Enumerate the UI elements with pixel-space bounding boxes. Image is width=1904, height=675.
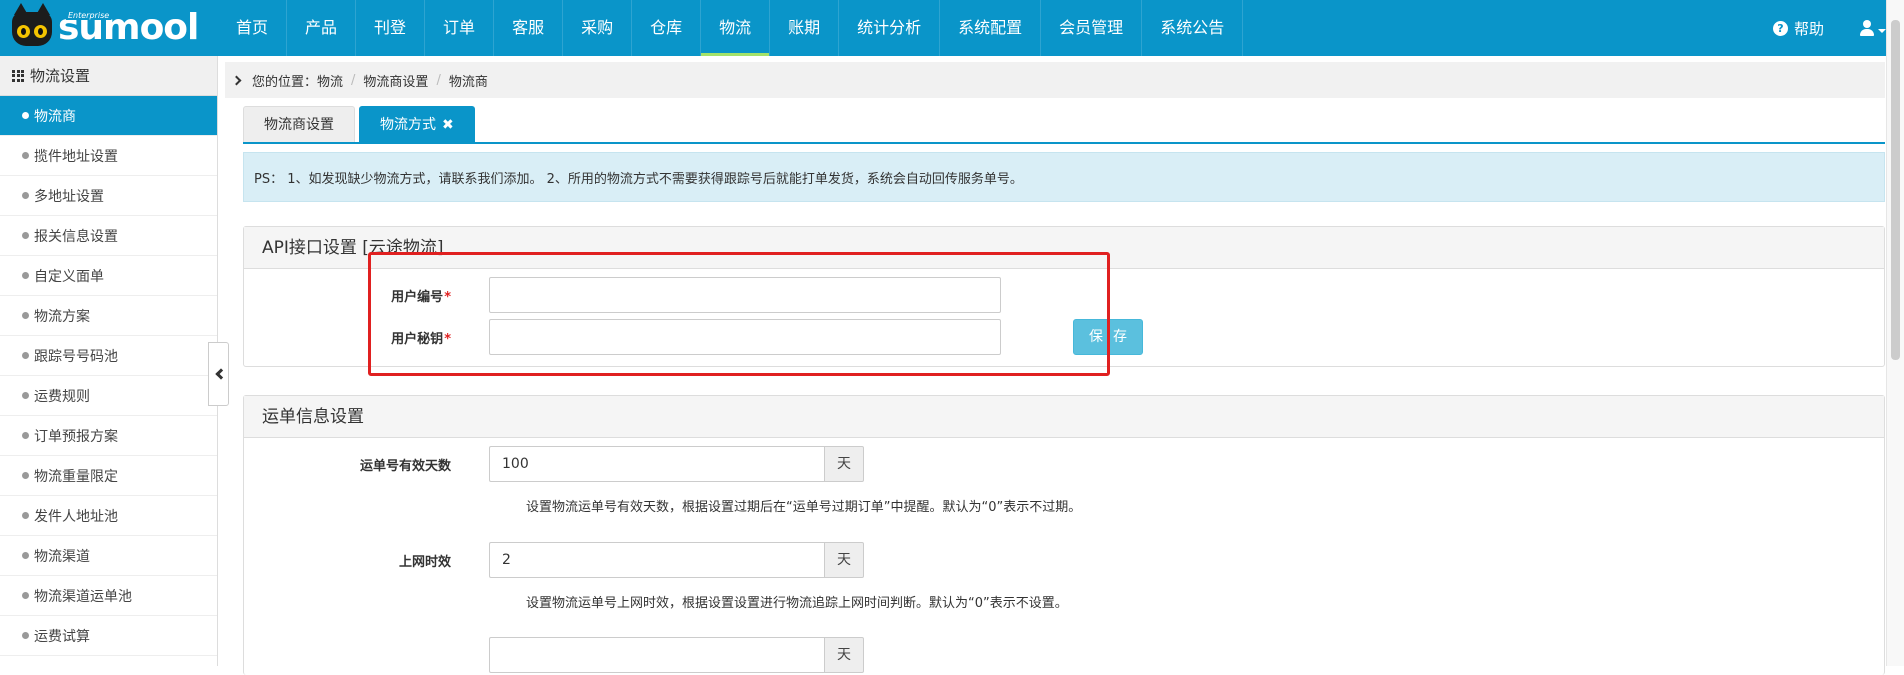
breadcrumb: 您的位置： 物流 / 物流商设置 / 物流商 xyxy=(225,62,1885,98)
sidebar-title: 物流设置 xyxy=(30,67,91,85)
save-button[interactable]: 保存 xyxy=(1073,319,1143,355)
breadcrumb-item[interactable]: 物流商设置 xyxy=(363,71,428,90)
bullet-icon xyxy=(22,432,29,439)
help-label: 帮助 xyxy=(1793,19,1824,38)
bullet-icon xyxy=(22,232,29,239)
sidebar-item-freight-rules[interactable]: 运费规则 xyxy=(0,376,217,416)
caret-down-icon xyxy=(1878,29,1886,33)
third-row: 天 xyxy=(244,637,864,673)
bullet-icon xyxy=(22,352,29,359)
bullet-icon xyxy=(22,632,29,639)
unit-addon: 天 xyxy=(824,637,864,673)
close-icon[interactable]: ✖ xyxy=(442,107,454,143)
nav-item-home[interactable]: 首页 xyxy=(218,0,288,56)
panel-title: 运单信息设置 xyxy=(244,396,1884,438)
top-right-tools: ? 帮助 xyxy=(1772,0,1886,56)
page-scrollbar[interactable] xyxy=(1886,0,1904,666)
valid-days-label: 运单号有效天数 xyxy=(359,458,451,474)
top-bar: sumool Enterprise 首页 产品 刊登 订单 客服 采购 仓库 物… xyxy=(0,0,1904,56)
sidebar-item-logistics-plan[interactable]: 物流方案 xyxy=(0,296,217,336)
sidebar-item-channel-waybill-pool[interactable]: 物流渠道运单池 xyxy=(0,576,217,616)
cat-logo-icon xyxy=(12,3,52,46)
sidebar-item-customs-info[interactable]: 报关信息设置 xyxy=(0,216,217,256)
sidebar-item-sender-pool[interactable]: 发件人地址池 xyxy=(0,496,217,536)
user-id-row: 用户编号* xyxy=(244,277,1001,313)
bullet-icon xyxy=(22,512,29,519)
brand-edition: Enterprise xyxy=(66,11,112,20)
breadcrumb-item[interactable]: 物流 xyxy=(317,71,343,90)
unit-addon: 天 xyxy=(824,542,864,578)
sidebar-header: 物流设置 xyxy=(0,56,217,96)
tab-carrier-settings[interactable]: 物流商设置 xyxy=(243,106,355,142)
sidebar-item-tracking-pool[interactable]: 跟踪号号码池 xyxy=(0,336,217,376)
breadcrumb-prefix: 您的位置： xyxy=(252,74,318,90)
bullet-icon xyxy=(22,272,29,279)
third-input[interactable] xyxy=(489,637,824,673)
breadcrumb-current: 物流商 xyxy=(448,74,488,90)
bullet-icon xyxy=(22,152,29,159)
nav-item-announcements[interactable]: 系统公告 xyxy=(1142,0,1244,56)
bullet-icon xyxy=(22,312,29,319)
user-icon xyxy=(1860,20,1874,36)
bullet-icon xyxy=(22,192,29,199)
nav-item-logistics[interactable]: 物流 xyxy=(701,0,771,56)
sidebar-item-channels[interactable]: 物流渠道 xyxy=(0,536,217,576)
main-content: 您的位置： 物流 / 物流商设置 / 物流商 物流商设置 物流方式 ✖ PS： 1… xyxy=(218,56,1886,675)
nav-item-warehouse[interactable]: 仓库 xyxy=(632,0,702,56)
tab-bar: 物流商设置 物流方式 ✖ xyxy=(243,106,1885,144)
panel-title: API接口设置 [云途物流] xyxy=(244,227,1884,269)
sidebar: 物流设置 物流商 揽件地址设置 多地址设置 报关信息设置 自定义面单 物流方案 … xyxy=(0,56,218,666)
user-id-input[interactable] xyxy=(489,277,1001,313)
bullet-icon xyxy=(22,472,29,479)
online-time-row: 上网时效 天 xyxy=(244,542,864,578)
online-time-label: 上网时效 xyxy=(398,554,451,570)
sidebar-item-weight-limit[interactable]: 物流重量限定 xyxy=(0,456,217,496)
tab-shipping-methods[interactable]: 物流方式 ✖ xyxy=(359,106,475,142)
valid-days-help: 设置物流运单号有效天数，根据设置过期后在“运单号过期订单”中提醒。默认为“0”表… xyxy=(526,500,1082,515)
brand-logo[interactable]: sumool Enterprise xyxy=(0,0,218,56)
main-nav: 首页 产品 刊登 订单 客服 采购 仓库 物流 账期 统计分析 系统配置 会员管… xyxy=(218,0,1244,56)
nav-item-system-config[interactable]: 系统配置 xyxy=(940,0,1042,56)
unit-addon: 天 xyxy=(824,446,864,482)
sidebar-item-pickup-address[interactable]: 揽件地址设置 xyxy=(0,136,217,176)
user-menu[interactable] xyxy=(1860,20,1886,36)
scrollbar-thumb[interactable] xyxy=(1891,20,1900,360)
nav-item-listing[interactable]: 刊登 xyxy=(356,0,426,56)
user-secret-label: 用户秘钥* xyxy=(391,331,451,347)
sidebar-item-carrier[interactable]: 物流商 xyxy=(0,96,217,136)
online-time-help: 设置物流运单号上网时效，根据设置设置进行物流追踪上网时间判断。默认为“0”表示不… xyxy=(526,596,1068,611)
sidebar-item-custom-label[interactable]: 自定义面单 xyxy=(0,256,217,296)
sidebar-item-order-forecast[interactable]: 订单预报方案 xyxy=(0,416,217,456)
nav-item-service[interactable]: 客服 xyxy=(494,0,564,56)
question-icon: ? xyxy=(1772,20,1788,36)
sidebar-item-multi-address[interactable]: 多地址设置 xyxy=(0,176,217,216)
api-settings-panel: API接口设置 [云途物流] 用户编号* 用户秘钥* 保存 xyxy=(243,226,1885,367)
chevron-right-icon xyxy=(231,75,242,85)
bullet-icon xyxy=(22,112,29,119)
online-time-input[interactable] xyxy=(489,542,824,578)
bullet-icon xyxy=(22,552,29,559)
nav-item-products[interactable]: 产品 xyxy=(287,0,357,56)
valid-days-row: 运单号有效天数 天 xyxy=(244,446,864,482)
notice-banner: PS： 1、如发现缺少物流方式，请联系我们添加。 2、所用的物流方式不需要获得跟… xyxy=(243,152,1885,202)
nav-item-purchase[interactable]: 采购 xyxy=(563,0,633,56)
valid-days-input[interactable] xyxy=(489,446,824,482)
bullet-icon xyxy=(22,392,29,399)
grid-icon xyxy=(12,69,24,82)
bullet-icon xyxy=(22,592,29,599)
nav-item-orders[interactable]: 订单 xyxy=(425,0,495,56)
help-link[interactable]: ? 帮助 xyxy=(1772,18,1824,39)
user-id-label: 用户编号* xyxy=(391,289,451,305)
nav-item-members[interactable]: 会员管理 xyxy=(1041,0,1143,56)
waybill-settings-panel: 运单信息设置 运单号有效天数 天 设置物流运单号有效天数，根据设置过期后在“运单… xyxy=(243,395,1885,675)
sidebar-item-freight-calculator[interactable]: 运费试算 xyxy=(0,616,217,656)
user-secret-input[interactable] xyxy=(489,319,1001,355)
user-secret-row: 用户秘钥* xyxy=(244,319,1001,355)
nav-item-statistics[interactable]: 统计分析 xyxy=(839,0,941,56)
nav-item-billing[interactable]: 账期 xyxy=(770,0,840,56)
